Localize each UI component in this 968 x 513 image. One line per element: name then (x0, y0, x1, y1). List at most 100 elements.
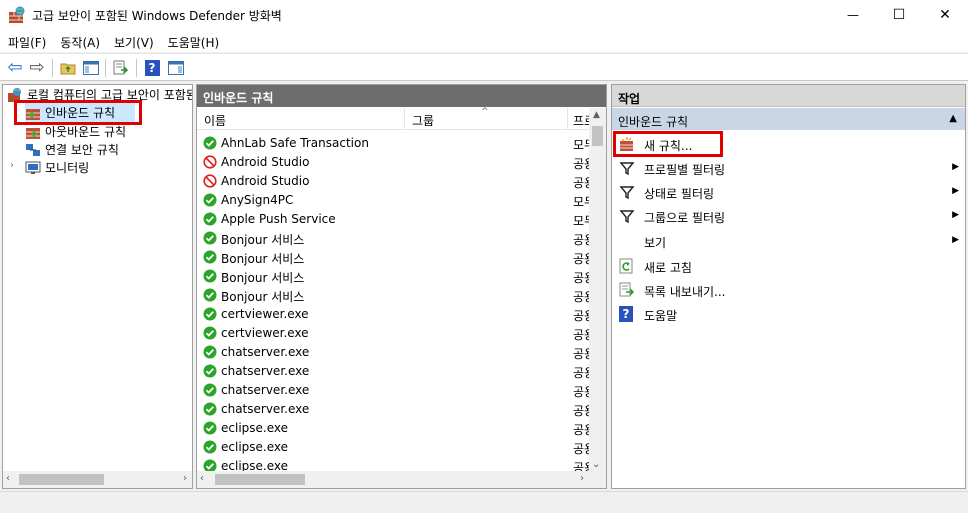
menu-file[interactable]: 파일(F) (0, 30, 52, 52)
scroll-thumb[interactable] (19, 474, 104, 485)
tree-item-monitoring[interactable]: 모니터링 (25, 158, 89, 177)
rule-name: Bonjour 서비스 (221, 271, 305, 285)
console-tree-pane: 로컬 컴퓨터의 고급 보안이 포함된 Windows Defender 방화벽 … (2, 84, 193, 489)
tree-item-connection-security-rules[interactable]: 연결 보안 규칙 (25, 140, 119, 159)
rules-horizontal-scrollbar[interactable]: ‹ › (197, 471, 606, 488)
firewall-root-icon (8, 87, 21, 102)
close-icon: ✕ (939, 7, 951, 23)
back-button[interactable]: ⇦ (5, 58, 25, 78)
tree-root-label: 로컬 컴퓨터의 고급 보안이 포함된 Windows Defender 방화벽 (27, 88, 192, 102)
column-divider[interactable] (404, 108, 405, 130)
table-row[interactable]: chatserver.exe공용 (197, 362, 591, 381)
sort-caret-icon: ^ (481, 107, 489, 117)
table-row[interactable]: certviewer.exe공용 (197, 305, 591, 324)
allow-check-icon (203, 421, 217, 435)
allow-check-icon (203, 250, 217, 264)
collapse-caret-icon[interactable]: ▲ (949, 113, 957, 124)
forward-button[interactable]: ⇨ (27, 58, 47, 78)
show-hide-console-tree-button[interactable] (81, 58, 101, 78)
close-button[interactable]: ✕ (922, 0, 968, 30)
rules-list-pane: 인바운드 규칙 이름 그룹 ^ 프로필 AhnLab Safe Transact… (196, 84, 607, 489)
table-row[interactable]: Bonjour 서비스공용 (197, 229, 591, 248)
tree-root[interactable]: 로컬 컴퓨터의 고급 보안이 포함된 Windows Defender 방화벽 (7, 85, 192, 104)
scroll-left-icon[interactable]: ‹ (200, 473, 204, 484)
folder-up-icon (60, 63, 76, 75)
column-header-group[interactable]: 그룹 (412, 112, 434, 129)
table-row[interactable]: chatserver.exe공용 (197, 343, 591, 362)
action-label: 도움말 (644, 309, 678, 323)
new-rule-icon (620, 137, 633, 151)
action-help[interactable]: ? 도움말 (612, 303, 965, 325)
scroll-thumb[interactable] (215, 474, 305, 485)
column-divider[interactable] (567, 108, 568, 130)
action-filter-by-state[interactable]: 상태로 필터링 ▶ (612, 181, 965, 203)
allow-check-icon (203, 383, 217, 397)
allow-check-icon (203, 269, 217, 283)
action-export-list[interactable]: 목록 내보내기... (612, 279, 965, 301)
table-row[interactable]: Apple Push Service모두 (197, 210, 591, 229)
table-row[interactable]: Bonjour 서비스공용 (197, 267, 591, 286)
scroll-down-icon[interactable]: ⌄ (592, 459, 600, 470)
rule-name: Apple Push Service (221, 212, 336, 226)
up-folder-button[interactable] (58, 58, 78, 78)
column-header-profile[interactable]: 프로필 (573, 112, 590, 129)
action-filter-by-group[interactable]: 그룹으로 필터링 ▶ (612, 205, 965, 227)
allow-check-icon (203, 402, 217, 416)
scroll-thumb[interactable] (592, 126, 603, 146)
column-header-name[interactable]: 이름 (204, 112, 226, 129)
tree-item-outbound-rules[interactable]: 아웃바운드 규칙 (25, 122, 126, 141)
action-new-rule[interactable]: 새 규칙... (612, 133, 965, 155)
table-row[interactable]: eclipse.exe공용 (197, 419, 591, 438)
toolbar-separator (105, 59, 106, 77)
action-label: 새 규칙... (644, 139, 693, 153)
table-row[interactable]: Android Studio공용 (197, 153, 591, 172)
scroll-up-icon[interactable]: ▲ (593, 110, 600, 120)
connection-security-icon (26, 143, 40, 156)
actions-header: 작업 (612, 85, 965, 107)
table-row[interactable]: Bonjour 서비스공용 (197, 248, 591, 267)
action-view[interactable]: 보기 ▶ (612, 230, 965, 252)
allow-check-icon (203, 231, 217, 245)
show-hide-action-pane-button[interactable] (166, 58, 186, 78)
table-row[interactable]: Bonjour 서비스공용 (197, 286, 591, 305)
menu-action[interactable]: 동작(A) (52, 30, 106, 52)
tree-horizontal-scrollbar[interactable]: ‹ › (3, 471, 192, 488)
scroll-left-icon[interactable]: ‹ (6, 473, 10, 484)
table-row[interactable]: chatserver.exe공용 (197, 381, 591, 400)
action-label: 그룹으로 필터링 (644, 211, 726, 225)
expand-chevron-icon[interactable]: › (10, 160, 14, 171)
table-row[interactable]: chatserver.exe공용 (197, 400, 591, 419)
action-refresh[interactable]: 새로 고침 (612, 255, 965, 277)
menu-bar: 파일(F) 동작(A) 보기(V) 도움말(H) (0, 30, 968, 52)
scroll-right-icon[interactable]: › (580, 473, 584, 484)
table-row[interactable]: eclipse.exe공용 (197, 438, 591, 457)
menu-view[interactable]: 보기(V) (106, 30, 160, 52)
toolbar-separator (52, 59, 53, 77)
actions-section-inbound-rules[interactable]: 인바운드 규칙 ▲ (612, 108, 965, 130)
maximize-button[interactable]: ☐ (876, 0, 922, 30)
tree-item-inbound-rules[interactable]: 인바운드 규칙 (25, 103, 135, 122)
tree-item-label: 인바운드 규칙 (45, 106, 116, 120)
rules-vertical-scrollbar[interactable]: ▲ ⌄ (589, 108, 606, 472)
rule-name: Bonjour 서비스 (221, 290, 305, 304)
submenu-arrow-icon: ▶ (952, 210, 959, 220)
table-row[interactable]: certviewer.exe공용 (197, 324, 591, 343)
scroll-right-icon[interactable]: › (183, 473, 187, 484)
action-label: 보기 (644, 236, 667, 250)
action-label: 상태로 필터링 (644, 187, 715, 201)
action-filter-by-profile[interactable]: 프로필별 필터링 ▶ (612, 157, 965, 179)
toolbar: ⇦ ⇨ ? (0, 53, 968, 81)
export-list-icon (113, 60, 129, 75)
export-list-button[interactable] (111, 58, 131, 78)
rule-name: AnySign4PC (221, 193, 294, 207)
filter-icon (619, 162, 635, 176)
help-button[interactable]: ? (142, 58, 162, 78)
menu-help[interactable]: 도움말(H) (160, 30, 226, 52)
table-row[interactable]: AnySign4PC모두 (197, 191, 591, 210)
minimize-button[interactable]: — (830, 0, 876, 30)
table-row[interactable]: AhnLab Safe Transaction모두 (197, 134, 591, 153)
allow-check-icon (203, 136, 217, 150)
table-row[interactable]: Android Studio공용 (197, 172, 591, 191)
tree-item-label: 아웃바운드 규칙 (45, 125, 127, 139)
allow-check-icon (203, 193, 217, 207)
